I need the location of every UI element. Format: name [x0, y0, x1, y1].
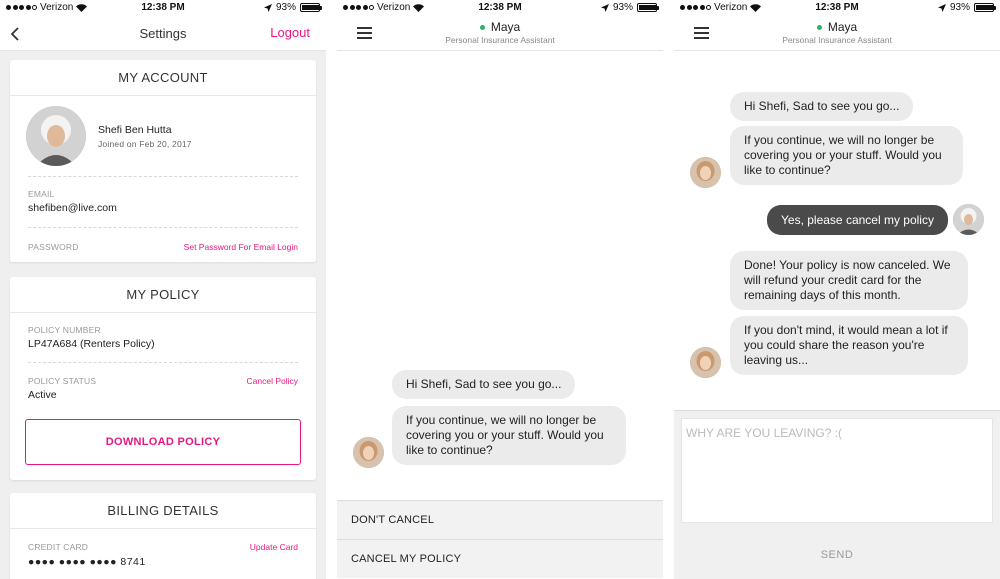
- my-policy-card: MY POLICY POLICY NUMBER LP47A684 (Renter…: [10, 277, 316, 480]
- battery-percent: 93%: [612, 2, 633, 13]
- billing-details-card: BILLING DETAILS CREDIT CARD Update Card …: [10, 493, 316, 579]
- battery-icon: [974, 3, 996, 12]
- settings-header: Settings Logout: [0, 17, 326, 51]
- cancel-policy-link[interactable]: Cancel Policy: [247, 376, 299, 386]
- email-value: shefiben@live.com: [28, 202, 117, 214]
- settings-screen: Verizon 12:38 PM 93% Settings Logout MY …: [0, 0, 326, 579]
- divider: [28, 362, 298, 363]
- joined-date: Joined on Feb 20, 2017: [98, 139, 192, 149]
- chat-screen-confirm: Verizon 12:38 PM 93% Maya Personal Insur…: [337, 0, 663, 579]
- status-bar: Verizon 12:38 PM 93%: [674, 0, 1000, 17]
- battery-percent: 93%: [275, 2, 296, 13]
- policy-number-label: POLICY NUMBER: [28, 325, 101, 335]
- bot-message: Hi Shefi, Sad to see you go...: [730, 92, 914, 121]
- assistant-name-text: Maya: [827, 20, 858, 34]
- set-password-link[interactable]: Set Password For Email Login: [184, 242, 298, 252]
- dont-cancel-option[interactable]: DON'T CANCEL: [337, 500, 663, 539]
- chat-header: Maya Personal Insurance Assistant: [337, 17, 663, 51]
- divider: [28, 176, 298, 177]
- assistant-avatar: [353, 437, 384, 468]
- bot-message: If you continue, we will no longer be co…: [730, 126, 963, 185]
- my-account-card: MY ACCOUNT Shefi Ben Hutta Joined on Feb…: [10, 60, 316, 262]
- location-icon: [600, 3, 609, 12]
- battery-icon: [637, 3, 659, 12]
- card-title: BILLING DETAILS: [10, 493, 316, 529]
- reply-box: [681, 418, 993, 523]
- card-title: MY POLICY: [10, 277, 316, 313]
- send-button[interactable]: SEND: [674, 549, 1000, 561]
- bot-message: If you don't mind, it would mean a lot i…: [730, 316, 968, 375]
- assistant-avatar: [690, 157, 721, 188]
- credit-card-label: CREDIT CARD: [28, 542, 89, 552]
- battery-percent: 93%: [949, 2, 970, 13]
- chat-screen-reason: Verizon 12:38 PM 93% Maya Personal Insur…: [674, 0, 1000, 579]
- reply-composer: SEND: [674, 410, 1000, 579]
- battery-icon: [300, 3, 322, 12]
- assistant-name: Maya: [337, 20, 663, 34]
- user-message: Yes, please cancel my policy: [767, 205, 948, 235]
- download-policy-button[interactable]: DOWNLOAD POLICY: [25, 419, 301, 465]
- credit-card-value: ●●●● ●●●● ●●●● 8741: [28, 556, 146, 568]
- cancel-my-policy-option[interactable]: CANCEL MY POLICY: [337, 539, 663, 578]
- logout-button[interactable]: Logout: [270, 25, 310, 40]
- policy-status-label: POLICY STATUS: [28, 376, 97, 386]
- chat-header: Maya Personal Insurance Assistant: [674, 17, 1000, 51]
- assistant-name-text: Maya: [490, 20, 521, 34]
- bot-message: Done! Your policy is now canceled. We wi…: [730, 251, 968, 310]
- location-icon: [937, 3, 946, 12]
- avatar: [26, 106, 86, 166]
- user-avatar: [953, 204, 984, 235]
- status-bar: Verizon 12:38 PM 93%: [0, 0, 326, 17]
- leaving-reason-input[interactable]: [682, 419, 992, 522]
- user-name: Shefi Ben Hutta: [98, 124, 172, 136]
- assistant-avatar: [690, 347, 721, 378]
- online-indicator-icon: [479, 25, 485, 31]
- assistant-subtitle: Personal Insurance Assistant: [445, 35, 555, 45]
- policy-number-value: LP47A684 (Renters Policy): [28, 338, 155, 350]
- online-indicator-icon: [816, 25, 822, 31]
- email-label: EMAIL: [28, 189, 55, 199]
- update-card-link[interactable]: Update Card: [250, 542, 298, 552]
- location-icon: [263, 3, 272, 12]
- assistant-subtitle: Personal Insurance Assistant: [782, 35, 892, 45]
- assistant-name: Maya: [674, 20, 1000, 34]
- status-bar: Verizon 12:38 PM 93%: [337, 0, 663, 17]
- password-label: PASSWORD: [28, 242, 79, 252]
- bot-message: Hi Shefi, Sad to see you go...: [392, 370, 576, 399]
- card-title: MY ACCOUNT: [10, 60, 316, 96]
- divider: [28, 227, 298, 228]
- bot-message: If you continue, we will no longer be co…: [392, 406, 626, 465]
- policy-status-value: Active: [28, 389, 57, 401]
